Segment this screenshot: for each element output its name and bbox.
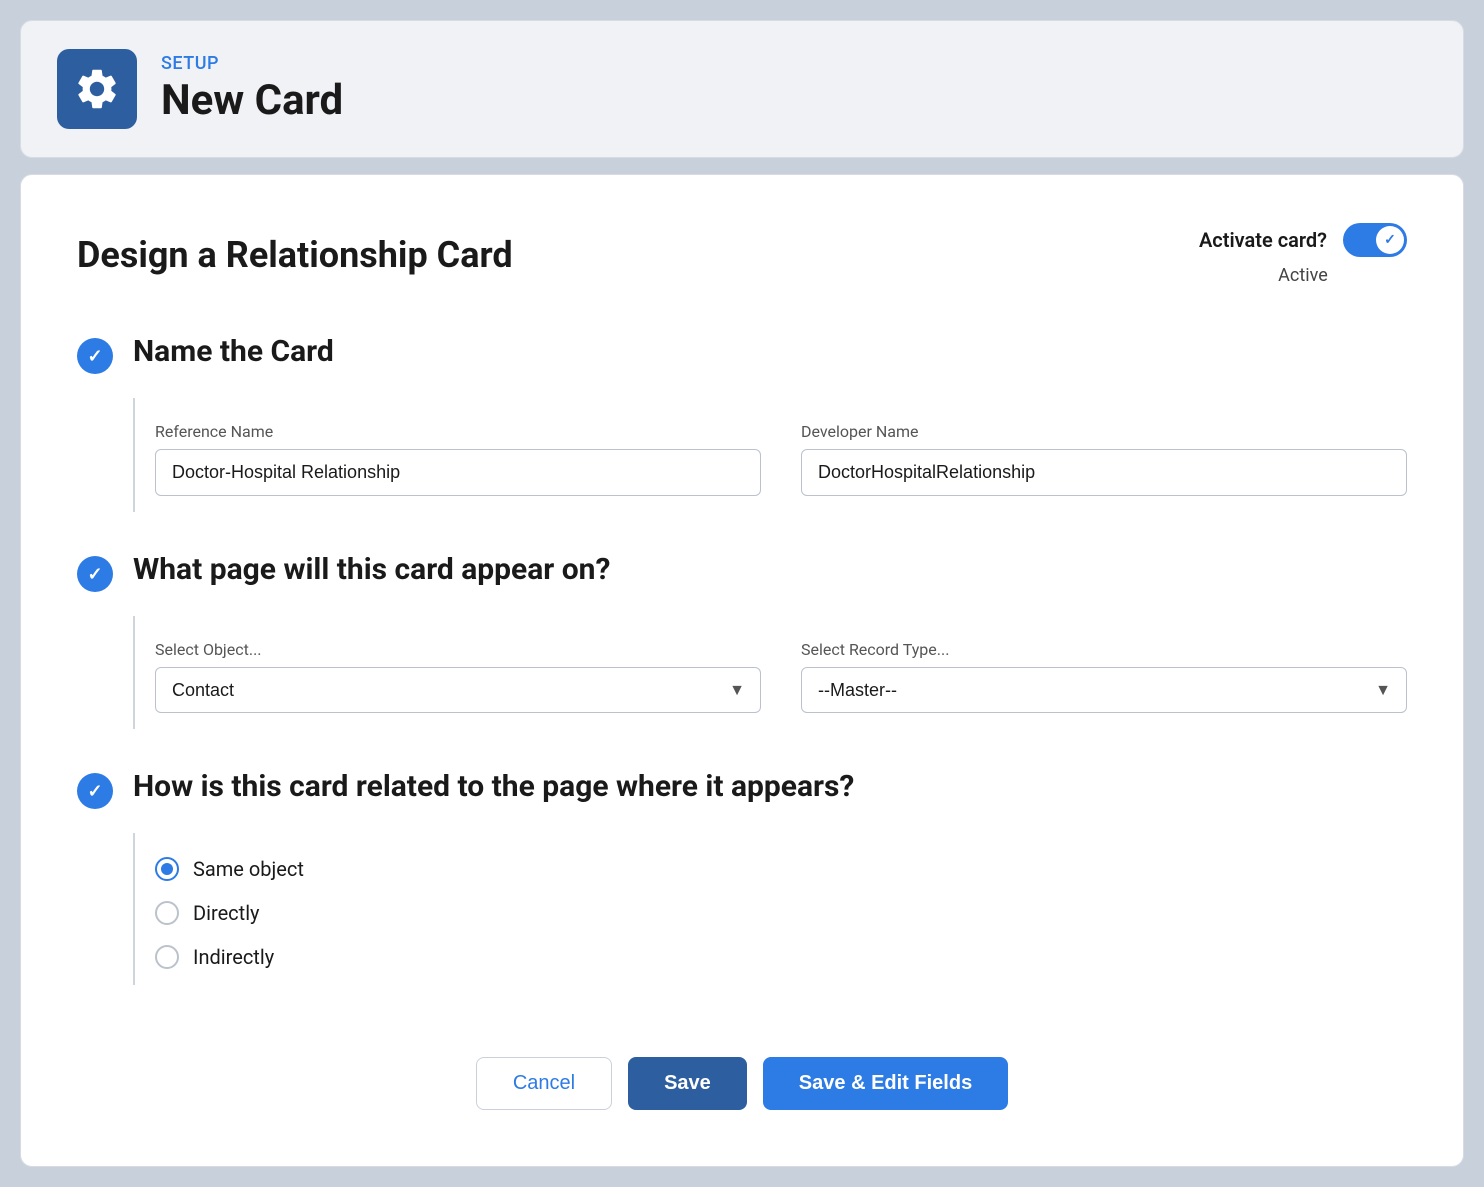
- section-card-related: ✓ How is this card related to the page w…: [77, 769, 1407, 985]
- radio-same-object-circle: [155, 857, 179, 881]
- select-record-type-group: Select Record Type... --Master-- Type A …: [801, 640, 1407, 713]
- gear-icon: [73, 65, 121, 113]
- gear-icon-box: [57, 49, 137, 129]
- page-title: Design a Relationship Card: [77, 234, 513, 276]
- section-card-related-header: ✓ How is this card related to the page w…: [77, 769, 1407, 809]
- section-name-card-title: Name the Card: [133, 334, 1407, 369]
- radio-same-object[interactable]: Same object: [155, 857, 1407, 881]
- section-name-card-header: ✓ Name the Card: [77, 334, 1407, 374]
- header-title: New Card: [161, 76, 343, 125]
- section-page-appear-content: What page will this card appear on?: [133, 552, 1407, 587]
- activate-label: Activate card?: [1199, 228, 1327, 252]
- select-object-dropdown[interactable]: Contact Account Opportunity Lead: [155, 667, 761, 713]
- step-1-icon: ✓: [77, 338, 113, 374]
- developer-name-group: Developer Name: [801, 422, 1407, 496]
- toggle-check-icon: ✓: [1384, 232, 1396, 248]
- select-object-group: Select Object... Contact Account Opportu…: [155, 640, 761, 713]
- section-page-appear-body: Select Object... Contact Account Opportu…: [133, 616, 1407, 729]
- section-page-appear-title: What page will this card appear on?: [133, 552, 1407, 587]
- radio-directly[interactable]: Directly: [155, 901, 1407, 925]
- header-text: SETUP New Card: [161, 53, 343, 125]
- save-edit-fields-button[interactable]: Save & Edit Fields: [763, 1057, 1008, 1110]
- step-1-check-icon: ✓: [87, 346, 102, 367]
- radio-directly-circle: [155, 901, 179, 925]
- save-button[interactable]: Save: [628, 1057, 747, 1110]
- step-3-icon: ✓: [77, 773, 113, 809]
- section-name-card: ✓ Name the Card Reference Name Developer…: [77, 334, 1407, 512]
- select-object-label: Select Object...: [155, 640, 761, 659]
- reference-name-label: Reference Name: [155, 422, 761, 441]
- section-card-related-body: Same object Directly Indirectly: [133, 833, 1407, 985]
- activate-group: Activate card? ✓ Active: [1199, 223, 1407, 286]
- radio-indirectly[interactable]: Indirectly: [155, 945, 1407, 969]
- step-2-check-icon: ✓: [87, 564, 102, 585]
- section-card-related-title: How is this card related to the page whe…: [133, 769, 1407, 804]
- header-card: SETUP New Card: [20, 20, 1464, 158]
- bottom-buttons: Cancel Save Save & Edit Fields: [77, 1033, 1407, 1110]
- reference-name-group: Reference Name: [155, 422, 761, 496]
- radio-indirectly-circle: [155, 945, 179, 969]
- select-record-type-wrapper: --Master-- Type A Type B ▼: [801, 667, 1407, 713]
- cancel-button[interactable]: Cancel: [476, 1057, 612, 1110]
- developer-name-input[interactable]: [801, 449, 1407, 496]
- select-record-type-label: Select Record Type...: [801, 640, 1407, 659]
- step-3-check-icon: ✓: [87, 781, 102, 802]
- name-card-fields-row: Reference Name Developer Name: [155, 422, 1407, 496]
- toggle-knob: ✓: [1376, 226, 1404, 254]
- active-status: Active: [1278, 265, 1328, 286]
- radio-indirectly-label: Indirectly: [193, 945, 274, 969]
- radio-same-object-inner: [161, 863, 173, 875]
- section-page-appear-header: ✓ What page will this card appear on?: [77, 552, 1407, 592]
- developer-name-label: Developer Name: [801, 422, 1407, 441]
- main-card: Design a Relationship Card Activate card…: [20, 174, 1464, 1167]
- activate-toggle[interactable]: ✓: [1343, 223, 1407, 257]
- section-card-related-content: How is this card related to the page whe…: [133, 769, 1407, 804]
- radio-group: Same object Directly Indirectly: [155, 857, 1407, 969]
- step-2-icon: ✓: [77, 556, 113, 592]
- page-appear-fields-row: Select Object... Contact Account Opportu…: [155, 640, 1407, 713]
- setup-label: SETUP: [161, 53, 343, 74]
- activate-row: Activate card? ✓: [1199, 223, 1407, 257]
- section-name-card-body: Reference Name Developer Name: [133, 398, 1407, 512]
- page-wrapper: SETUP New Card Design a Relationship Car…: [0, 0, 1484, 1187]
- select-record-type-dropdown[interactable]: --Master-- Type A Type B: [801, 667, 1407, 713]
- section-page-appear: ✓ What page will this card appear on? Se…: [77, 552, 1407, 729]
- select-object-wrapper: Contact Account Opportunity Lead ▼: [155, 667, 761, 713]
- main-top-row: Design a Relationship Card Activate card…: [77, 223, 1407, 286]
- radio-same-object-label: Same object: [193, 857, 304, 881]
- radio-directly-label: Directly: [193, 901, 260, 925]
- section-name-card-content: Name the Card: [133, 334, 1407, 369]
- reference-name-input[interactable]: [155, 449, 761, 496]
